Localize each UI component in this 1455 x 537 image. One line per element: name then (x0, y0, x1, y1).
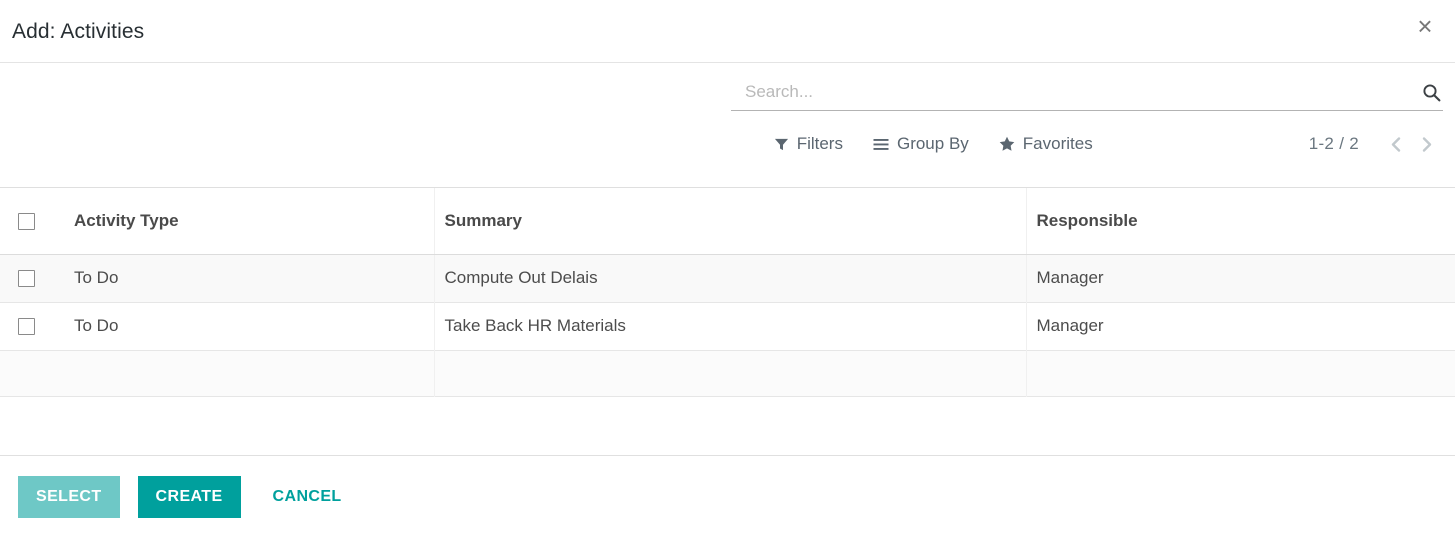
cell-activity-type: To Do (74, 268, 119, 287)
chevron-right-icon[interactable] (1411, 129, 1441, 159)
control-panel: Filters Group By (0, 63, 1455, 188)
funnel-icon (774, 137, 789, 152)
column-header-activity-type[interactable]: Activity Type (48, 188, 434, 255)
control-panel-buttons: Filters Group By Favorites 1-2 / 2 (0, 111, 1455, 159)
filler-cell (433, 350, 1026, 396)
filters-label: Filters (796, 134, 843, 153)
cell-summary: Compute Out Delais (433, 254, 1026, 302)
cell-responsible: Manager (1025, 254, 1455, 302)
filler-cell (1025, 350, 1455, 396)
dialog-footer: SELECT CREATE CANCEL (0, 455, 1455, 537)
table-head: Activity Type Summary Responsible (0, 188, 1455, 255)
add-activities-dialog: Add: Activities × Search... Filters Grou… (0, 0, 1455, 537)
select-button[interactable]: SELECT (18, 475, 120, 518)
table-filler-row (0, 350, 1455, 396)
column-header-summary[interactable]: Summary (433, 188, 1026, 255)
cancel-button[interactable]: CANCEL (265, 476, 350, 518)
table-body: To Do Compute Out Delais Manager To Do T… (0, 254, 1455, 396)
filters-button[interactable]: Filters (774, 132, 843, 156)
bars-icon (873, 137, 889, 152)
select-all-checkbox[interactable] (18, 212, 35, 230)
select-all-cell (0, 188, 48, 255)
list-empty-space (0, 396, 1455, 447)
cell-responsible: Manager (1025, 302, 1455, 350)
dialog-header: Add: Activities × (0, 0, 1455, 63)
group-by-button[interactable]: Group By (873, 132, 969, 156)
row-checkbox[interactable] (18, 270, 35, 288)
search-input[interactable] (745, 82, 1416, 102)
list-view: Activity Type Summary Responsible To Do … (0, 188, 1455, 455)
table-row[interactable]: To Do Compute Out Delais Manager (0, 254, 1455, 302)
star-icon (999, 136, 1015, 152)
dialog-title: Add: Activities (12, 19, 145, 43)
row-checkbox[interactable] (18, 318, 35, 336)
dialog-body: Filters Group By (0, 63, 1455, 455)
searchview[interactable] (731, 79, 1443, 111)
row-select-cell (0, 302, 48, 350)
favorites-label: Favorites (1022, 134, 1093, 153)
chevron-left-icon[interactable] (1381, 129, 1411, 159)
search-icon[interactable] (1416, 83, 1441, 102)
close-icon[interactable]: × (1411, 12, 1439, 40)
filler-cell (48, 350, 434, 396)
row-select-cell (0, 254, 48, 302)
column-header-responsible[interactable]: Responsible (1025, 188, 1455, 255)
group-by-label: Group By (896, 134, 969, 153)
pager-value: 1-2 / 2 (1308, 134, 1359, 153)
create-button[interactable]: CREATE (137, 475, 241, 518)
table-row[interactable]: To Do Take Back HR Materials Manager (0, 302, 1455, 350)
search-row (0, 63, 1455, 111)
cell-activity-type: To Do (74, 316, 119, 335)
filler-cell (0, 350, 48, 396)
pager: 1-2 / 2 (1309, 129, 1441, 159)
favorites-button[interactable]: Favorites (999, 132, 1093, 156)
table-header-row: Activity Type Summary Responsible (0, 188, 1455, 255)
activities-table: Activity Type Summary Responsible To Do … (0, 188, 1455, 397)
cell-summary: Take Back HR Materials (433, 302, 1026, 350)
